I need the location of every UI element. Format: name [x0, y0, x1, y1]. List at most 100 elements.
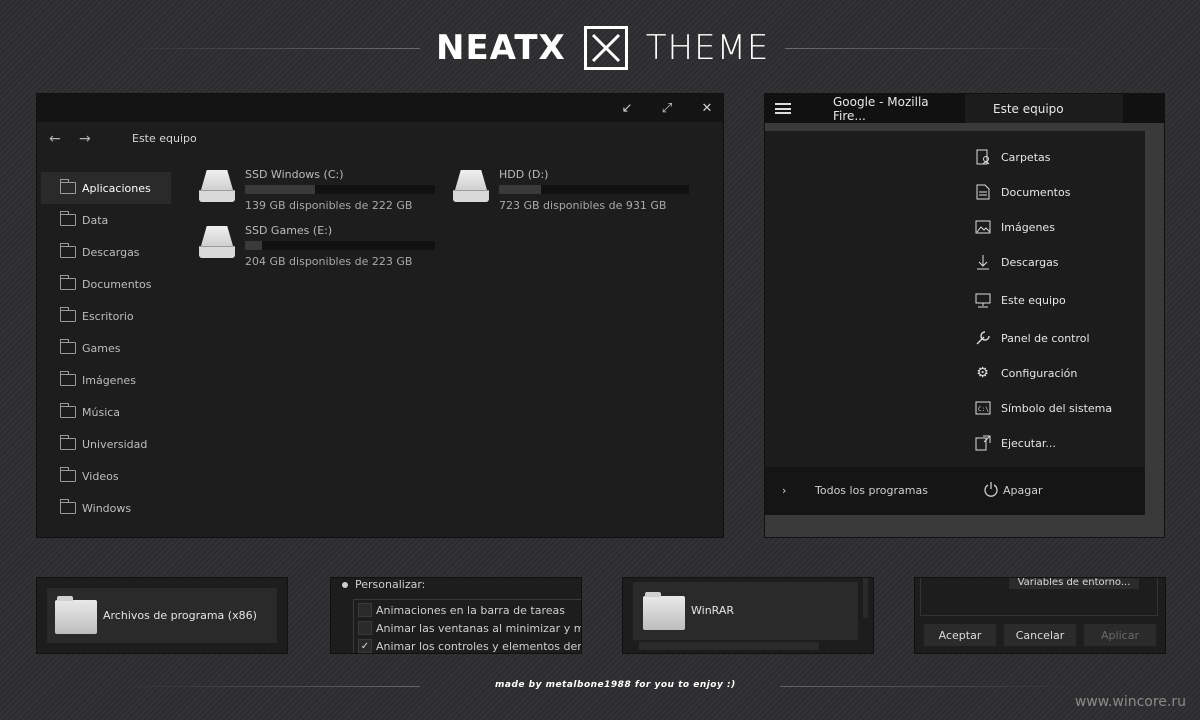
selected-folder-tile[interactable]: Archivos de programa (x86): [47, 588, 277, 643]
drive-free-text: 204 GB disponibles de 223 GB: [245, 255, 413, 268]
apply-button[interactable]: Aplicar: [1084, 624, 1156, 646]
hard-drive-icon: [197, 168, 237, 204]
start-menu-panel: Carpetas Documentos Imágenes Descargas E…: [765, 131, 1145, 515]
sidebar-item-label: Imágenes: [82, 373, 136, 387]
monitor-icon: [974, 292, 991, 309]
folder-icon: [60, 403, 76, 418]
drive-e[interactable]: SSD Games (E:) 204 GB disponibles de 223…: [197, 224, 435, 268]
checkbox-label: Animar los controles y elementos dentr: [376, 639, 582, 653]
hard-drive-icon: [451, 168, 491, 204]
drive-name: SSD Windows (C:): [245, 168, 344, 181]
accept-button[interactable]: Aceptar: [924, 624, 996, 646]
start-item-ejecutar[interactable]: Ejecutar...: [974, 433, 1056, 453]
breadcrumb[interactable]: Este equipo: [132, 132, 197, 145]
start-item-label: Este equipo: [1001, 293, 1066, 307]
minimize-icon[interactable]: ↙: [619, 100, 635, 116]
taskbar-tab-explorer[interactable]: Este equipo: [965, 94, 1123, 123]
sidebar-item-documentos[interactable]: Documentos: [41, 268, 171, 300]
checkbox-row[interactable]: ✓ Animar los controles y elementos dentr: [358, 637, 582, 653]
start-item-label: Ejecutar...: [1001, 436, 1056, 450]
start-item-label: Descargas: [1001, 255, 1059, 269]
hard-drive-icon: [197, 224, 237, 260]
checkbox-row[interactable]: Animaciones en la barra de tareas: [358, 601, 565, 619]
start-item-carpetas[interactable]: Carpetas: [974, 147, 1050, 167]
power-icon[interactable]: [983, 481, 999, 500]
start-item-label: Panel de control: [1001, 331, 1090, 345]
drive-c[interactable]: SSD Windows (C:) 139 GB disponibles de 2…: [197, 168, 435, 212]
brand-left-text: NEATX: [436, 28, 566, 68]
folder-icon: [60, 243, 76, 258]
start-item-este-equipo[interactable]: Este equipo: [974, 290, 1066, 310]
close-icon[interactable]: ✕: [699, 100, 715, 116]
sidebar-item-aplicaciones[interactable]: Aplicaciones: [41, 172, 171, 204]
sidebar-item-escritorio[interactable]: Escritorio: [41, 300, 171, 332]
start-item-imagenes[interactable]: Imágenes: [974, 217, 1055, 237]
drive-name: SSD Games (E:): [245, 224, 333, 237]
start-item-documentos[interactable]: Documentos: [974, 182, 1070, 202]
checkbox-unchecked-icon[interactable]: [358, 621, 372, 635]
checkbox-row[interactable]: Animar las ventanas al minimizar y max: [358, 619, 582, 637]
sidebar-item-musica[interactable]: Música: [41, 396, 171, 428]
shutdown-button[interactable]: Apagar: [1003, 484, 1043, 497]
folder-icon: [60, 499, 76, 514]
folder-label: Archivos de programa (x86): [103, 609, 257, 622]
sidebar-item-label: Música: [82, 405, 121, 419]
header-divider-right: [785, 48, 1085, 49]
watermark-text: www.wincore.ru: [1074, 694, 1186, 710]
drive-free-text: 723 GB disponibles de 931 GB: [499, 199, 667, 212]
vertical-scrollbar[interactable]: [863, 578, 868, 618]
env-vars-button[interactable]: Variables de entorno...: [1009, 578, 1139, 589]
radio-selected-icon[interactable]: [342, 582, 348, 588]
explorer-sidebar: Aplicaciones Data Descargas Documentos E…: [41, 172, 171, 524]
sidebar-item-descargas[interactable]: Descargas: [41, 236, 171, 268]
gear-icon: ⚙: [976, 365, 989, 381]
sidebar-item-label: Aplicaciones: [82, 181, 151, 195]
horizontal-scrollbar[interactable]: [639, 642, 819, 650]
document-icon: [974, 184, 991, 201]
maximize-icon[interactable]: ⤢: [659, 100, 675, 116]
start-item-panel-control[interactable]: Panel de control: [974, 328, 1090, 348]
folder-label: WinRAR: [691, 604, 735, 617]
sidebar-item-label: Videos: [82, 469, 119, 483]
drive-free-text: 139 GB disponibles de 222 GB: [245, 199, 413, 212]
sidebar-item-label: Descargas: [82, 245, 140, 259]
terminal-icon: C:\: [974, 400, 991, 417]
image-icon: [974, 219, 991, 236]
forward-arrow-icon[interactable]: →: [79, 131, 91, 147]
x-logo-icon: [583, 26, 628, 70]
start-item-label: Símbolo del sistema: [1001, 401, 1113, 415]
checkbox-label: Animar las ventanas al minimizar y max: [376, 621, 582, 635]
hamburger-menu-icon[interactable]: [775, 103, 791, 114]
sidebar-item-windows[interactable]: Windows: [41, 492, 171, 524]
chevron-right-icon[interactable]: ›: [782, 484, 786, 497]
start-item-descargas[interactable]: Descargas: [974, 252, 1059, 272]
checkmark-icon[interactable]: ✓: [358, 639, 372, 653]
start-item-label: Documentos: [1001, 185, 1071, 199]
sidebar-item-label: Windows: [82, 501, 132, 515]
sidebar-item-games[interactable]: Games: [41, 332, 171, 364]
cancel-button[interactable]: Cancelar: [1004, 624, 1076, 646]
sidebar-item-data[interactable]: Data: [41, 204, 171, 236]
drive-usage-bar: [499, 185, 689, 194]
start-item-simbolo-sistema[interactable]: C:\ Símbolo del sistema: [974, 398, 1112, 418]
drive-d[interactable]: HDD (D:) 723 GB disponibles de 931 GB: [451, 168, 689, 212]
preview-system-properties: Variables de entorno... Aceptar Cancelar…: [914, 577, 1166, 654]
start-item-label: Configuración: [1001, 366, 1078, 380]
taskbar-tab-firefox[interactable]: Google - Mozilla Fire...: [827, 94, 965, 123]
folder-icon: [60, 179, 76, 194]
start-item-configuracion[interactable]: ⚙ Configuración: [974, 363, 1077, 383]
selected-folder-tile[interactable]: WinRAR: [633, 582, 858, 640]
sidebar-item-universidad[interactable]: Universidad: [41, 428, 171, 460]
credit-text: made by metalbone1988 for you to enjoy :…: [495, 680, 736, 690]
all-programs-link[interactable]: Todos los programas: [815, 484, 928, 497]
download-icon: [974, 254, 991, 271]
start-menu-footer: › Todos los programas Apagar: [765, 467, 1145, 515]
sidebar-item-videos[interactable]: Videos: [41, 460, 171, 492]
drive-usage-fill: [245, 185, 316, 194]
person-folder-icon: [974, 149, 991, 166]
folder-icon: [60, 211, 76, 226]
folder-icon: [60, 435, 76, 450]
back-arrow-icon[interactable]: ←: [49, 131, 61, 147]
sidebar-item-imagenes[interactable]: Imágenes: [41, 364, 171, 396]
checkbox-unchecked-icon[interactable]: [358, 603, 372, 617]
